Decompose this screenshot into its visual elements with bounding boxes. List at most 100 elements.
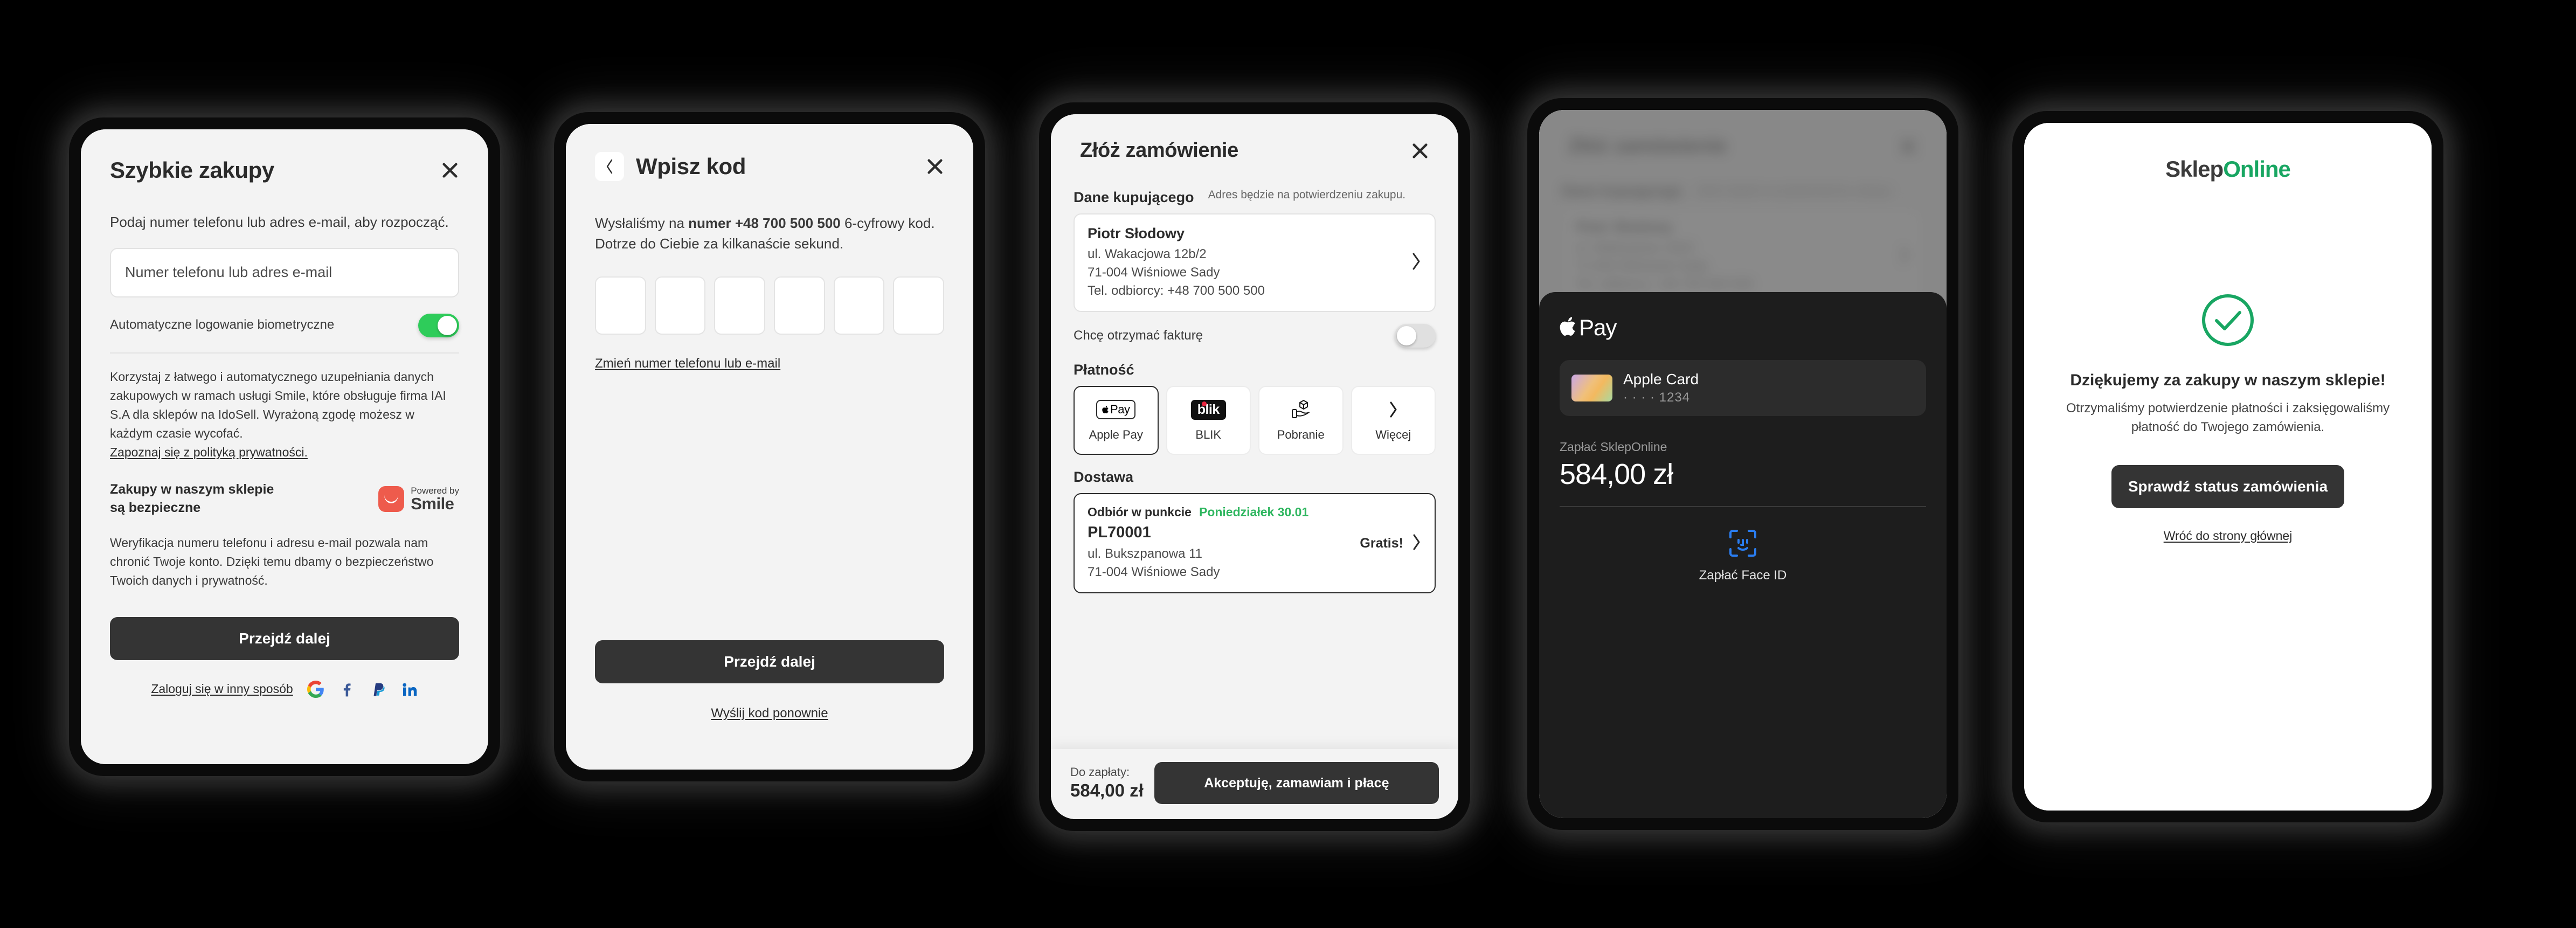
payment-method-more[interactable]: Więcej [1351, 386, 1436, 455]
package-in-hand-icon [1290, 399, 1312, 420]
phone-1-quick-purchase: Szybkie zakupy Podaj numer telefonu lub … [69, 117, 500, 776]
payment-method-label: BLIK [1195, 428, 1222, 442]
secure-title-line1: Zakupy w naszym sklepie [110, 482, 274, 497]
secure-title-line2: są bezpieczne [110, 500, 201, 516]
delivery-city: 71-004 Wiśniowe Sady [1088, 565, 1220, 580]
place-order-header: Złóż zamówienie [1051, 114, 1458, 162]
invoice-row[interactable]: Chcę otrzymać fakturę [1074, 324, 1436, 348]
buyer-section-label: Dane kupującego [1074, 189, 1194, 205]
buyer-phone: Tel. odbiorcy: +48 700 500 500 [1088, 283, 1265, 299]
change-phone-or-email-link[interactable]: Zmień numer telefonu lub e-mail [595, 356, 780, 371]
delivery-card[interactable]: Odbiór w punkcie Poniedziałek 30.01 PL70… [1074, 493, 1436, 594]
code-sent-number: numer +48 700 500 500 [688, 215, 841, 231]
chevron-left-icon [606, 159, 613, 174]
divider [1560, 506, 1926, 507]
phone-or-email-input[interactable]: Numer telefonu lub adres e-mail [110, 247, 459, 297]
phone-1-screen: Szybkie zakupy Podaj numer telefonu lub … [81, 129, 488, 764]
phone-2-enter-code: Wpisz kod Wysłaliśmy na numer +48 700 50… [554, 112, 985, 781]
payment-method-cash-on-delivery[interactable]: Pobranie [1258, 386, 1344, 455]
code-digit-input[interactable] [774, 276, 825, 335]
buyer-section-header: Dane kupującego Adres będzie na potwierd… [1074, 187, 1436, 206]
page-title: Złóż zamówienie [1080, 139, 1238, 162]
back-to-home-link[interactable]: Wróć do strony głównej [2164, 529, 2293, 543]
apple-pay-faceid[interactable]: Zapłać Face ID [1560, 529, 1926, 583]
smile-badge: Powered by Smile [378, 486, 459, 514]
chevron-right-icon [1411, 252, 1422, 273]
toggle-knob [438, 315, 457, 335]
payment-methods: Pay Apple Pay blik BLIK Pobranie Więcej [1074, 386, 1436, 455]
back-button[interactable] [595, 152, 624, 181]
continue-button[interactable]: Przejdź dalej [110, 617, 459, 660]
buyer-name: Piotr Słodowy [1088, 225, 1185, 241]
apple-pay-wordmark: Pay [1579, 315, 1617, 340]
thank-you-screen: SklepOnline Dziękujemy za zakupy w naszy… [2024, 123, 2432, 811]
code-sent-prefix: Wysłaliśmy na [595, 215, 689, 231]
privacy-policy-link[interactable]: Zapoznaj się z polityką prywatności. [110, 445, 308, 459]
enter-code-header: Wpisz kod [566, 124, 973, 181]
delivery-kind-row: Odbiór w punkcie Poniedziałek 30.01 [1088, 505, 1360, 520]
alt-login-link[interactable]: Zaloguj się w inny sposób [151, 682, 293, 696]
order-total: Do zapłaty: 584,00 zł [1070, 765, 1144, 801]
phone-5-thank-you: SklepOnline Dziękujemy za zakupy w naszy… [2012, 111, 2443, 822]
continue-button[interactable]: Przejdź dalej [595, 640, 944, 683]
linkedin-icon[interactable] [401, 681, 418, 698]
delivery-kind: Odbiór w punkcie [1088, 505, 1192, 520]
page-title: Wpisz kod [636, 154, 746, 179]
divider [110, 352, 459, 354]
thank-you-body: Otrzymaliśmy potwierdzenie płatności i z… [2066, 401, 2390, 434]
phone-or-email-input-placeholder: Numer telefonu lub adres e-mail [125, 264, 333, 281]
google-icon[interactable] [307, 680, 324, 698]
place-order-body: Dane kupującego Adres będzie na potwierd… [1051, 187, 1458, 594]
biometric-login-label: Automatyczne logowanie biometryczne [110, 317, 335, 333]
payment-method-blik[interactable]: blik BLIK [1166, 386, 1251, 455]
biometric-login-row[interactable]: Automatyczne logowanie biometryczne [110, 313, 459, 337]
quick-purchase-header: Szybkie zakupy [81, 129, 488, 183]
close-icon[interactable] [441, 161, 459, 179]
invoice-toggle[interactable] [1395, 324, 1436, 348]
paypal-icon[interactable] [370, 681, 387, 698]
secure-banner: Zakupy w naszym sklepie są bezpieczne Po… [110, 481, 459, 517]
code-digit-input[interactable] [714, 276, 766, 335]
page-title: Szybkie zakupy [110, 157, 274, 183]
code-digit-input[interactable] [595, 276, 646, 335]
close-icon[interactable] [1411, 142, 1429, 160]
accept-and-pay-button[interactable]: Akceptuję, zamawiam i płacę [1154, 762, 1439, 804]
secure-body-text: Weryfikacja numeru telefonu i adresu e-m… [110, 535, 434, 587]
sklep-online-logo: SklepOnline [2165, 156, 2291, 182]
secure-title: Zakupy w naszym sklepie są bezpieczne [110, 481, 274, 517]
code-sent-suffix: 6-cyfrowy kod. [840, 215, 935, 231]
chevron-right-icon [1411, 534, 1422, 553]
consent-body: Korzystaj z łatwego i automatycznego uzu… [110, 369, 446, 440]
code-sent-text: Wysłaliśmy na numer +48 700 500 500 6-cy… [595, 213, 944, 254]
smile-name: Smile [411, 494, 454, 514]
smile-logo-icon [378, 486, 405, 513]
code-digit-input[interactable] [833, 276, 885, 335]
apple-pay-icon: Pay [1096, 399, 1136, 420]
change-contact-row: Zmień numer telefonu lub e-mail [595, 356, 944, 371]
resend-code-link[interactable]: Wyślij kod ponownie [711, 706, 828, 721]
close-icon[interactable] [926, 157, 944, 176]
biometric-login-toggle[interactable] [418, 313, 459, 337]
toggle-knob [1397, 326, 1416, 346]
order-total-label: Do zapłaty: [1070, 765, 1130, 779]
logo-part-online: Online [2223, 156, 2291, 182]
enter-code-body: Wysłaliśmy na numer +48 700 500 500 6-cy… [566, 213, 973, 371]
alt-login-row: Zaloguj się w inny sposób [110, 680, 459, 698]
code-digit-input[interactable] [893, 276, 945, 335]
apple-pay-logo: Pay [1560, 315, 1926, 341]
phone-4-screen: Złóż zamówienie Dane kupującego Adres bę… [1539, 110, 1947, 818]
code-digit-input[interactable] [654, 276, 706, 335]
payment-method-label: Pobranie [1277, 428, 1325, 442]
payment-method-apple-pay[interactable]: Pay Apple Pay [1074, 386, 1159, 455]
apple-pay-card-row[interactable]: Apple Card · · · · 1234 [1560, 360, 1926, 416]
phone-5-screen: SklepOnline Dziękujemy za zakupy w naszy… [2024, 123, 2432, 811]
code-sent-line2: Dotrze do Ciebie za kilkanaście sekund. [595, 235, 844, 252]
delivery-section-label: Dostawa [1074, 469, 1134, 486]
quick-purchase-sheet: Szybkie zakupy Podaj numer telefonu lub … [81, 129, 488, 764]
check-order-status-button[interactable]: Sprawdź status zamówienia [2111, 465, 2344, 508]
apple-pay-card-number: · · · · 1234 [1623, 390, 1691, 405]
quick-purchase-body: Podaj numer telefonu lub adres e-mail, a… [81, 212, 488, 698]
facebook-icon[interactable] [338, 681, 356, 698]
check-circle-icon [2200, 292, 2256, 351]
buyer-address-card[interactable]: Piotr Słodowy ul. Wakacjowa 12b/2 71-004… [1074, 213, 1436, 313]
